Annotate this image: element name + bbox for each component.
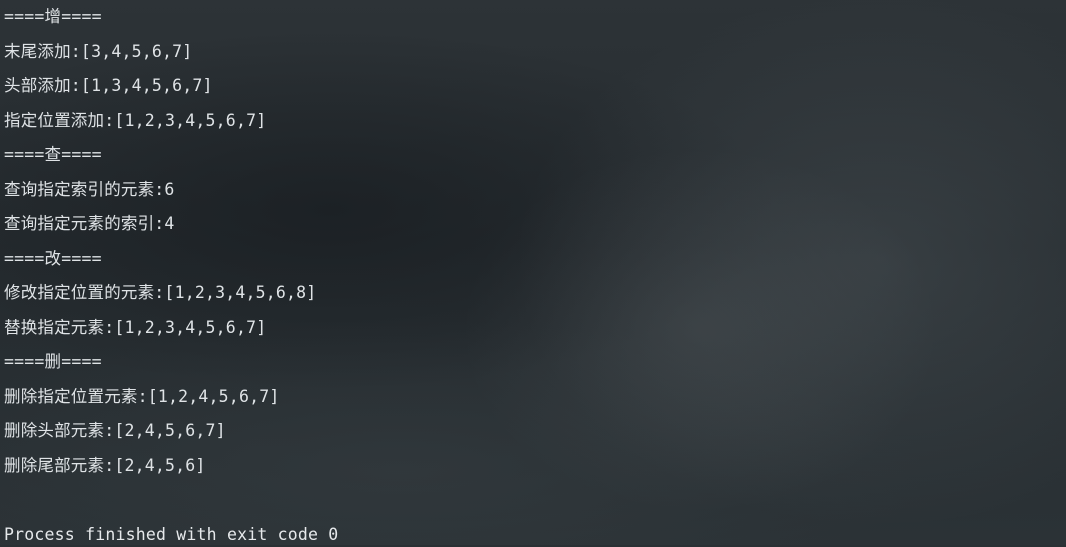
console-line-remove-head: 删除头部元素:[2,4,5,6,7] (4, 421, 226, 440)
console-line-query-header: ====查==== (4, 145, 102, 164)
console-line-get-by-index: 查询指定索引的元素:6 (4, 180, 175, 199)
console-line-append-tail: 末尾添加:[3,4,5,6,7] (4, 42, 193, 61)
console-line-replace-element: 替换指定元素:[1,2,3,4,5,6,7] (4, 318, 267, 337)
console-line-append-head: 头部添加:[1,3,4,5,6,7] (4, 76, 213, 95)
run-console-output[interactable]: ====增==== 末尾添加:[3,4,5,6,7] 头部添加:[1,3,4,5… (4, 0, 1062, 545)
console-line-remove-at-index: 删除指定位置元素:[1,2,4,5,6,7] (4, 387, 280, 406)
console-line-delete-header: ====删==== (4, 352, 102, 371)
console-line-set-at-index: 修改指定位置的元素:[1,2,3,4,5,6,8] (4, 283, 317, 302)
console-line-remove-tail: 删除尾部元素:[2,4,5,6] (4, 456, 206, 475)
process-exit-message: Process finished with exit code 0 (4, 525, 339, 544)
console-line-add-header: ====增==== (4, 7, 102, 26)
console-line-insert-at-index: 指定位置添加:[1,2,3,4,5,6,7] (4, 111, 267, 130)
console-line-update-header: ====改==== (4, 249, 102, 268)
console-line-index-of-element: 查询指定元素的索引:4 (4, 214, 175, 233)
